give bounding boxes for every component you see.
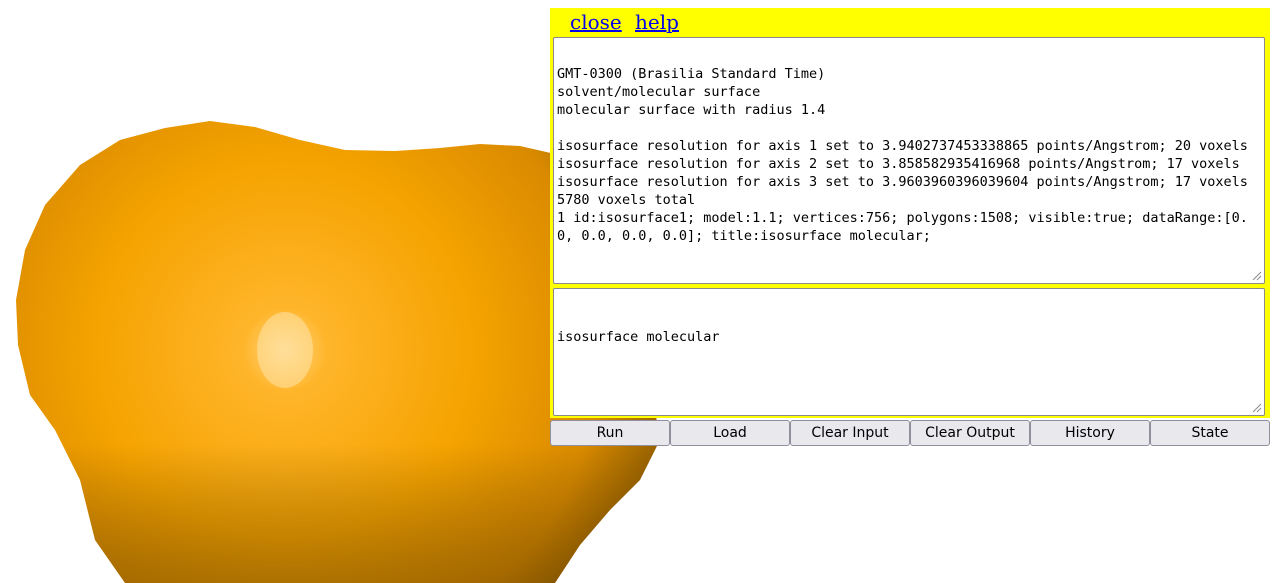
console-output[interactable]: GMT-0300 (Brasilia Standard Time) solven… [553, 37, 1265, 284]
console-input-text: isosurface molecular [557, 329, 720, 345]
clear-input-button[interactable]: Clear Input [790, 420, 910, 446]
resize-grip-icon[interactable] [1252, 271, 1262, 281]
clear-output-button[interactable]: Clear Output [910, 420, 1030, 446]
console-output-text: GMT-0300 (Brasilia Standard Time) solven… [557, 66, 1248, 244]
run-button[interactable]: Run [550, 420, 670, 446]
state-button[interactable]: State [1150, 420, 1270, 446]
close-link[interactable]: close [570, 10, 622, 34]
resize-grip-icon[interactable] [1252, 403, 1262, 413]
load-button[interactable]: Load [670, 420, 790, 446]
jmol-viewer[interactable]: close help GMT-0300 (Brasilia Standard T… [0, 0, 1288, 583]
console-input[interactable]: isosurface molecular [553, 288, 1265, 416]
console-button-row: Run Load Clear Input Clear Output Histor… [550, 420, 1270, 446]
console-panel-background: close help GMT-0300 (Brasilia Standard T… [550, 8, 1270, 418]
jmol-console: close help GMT-0300 (Brasilia Standard T… [550, 8, 1270, 446]
isosurface-highlight [257, 312, 313, 388]
history-button[interactable]: History [1030, 420, 1150, 446]
help-link[interactable]: help [635, 10, 679, 34]
